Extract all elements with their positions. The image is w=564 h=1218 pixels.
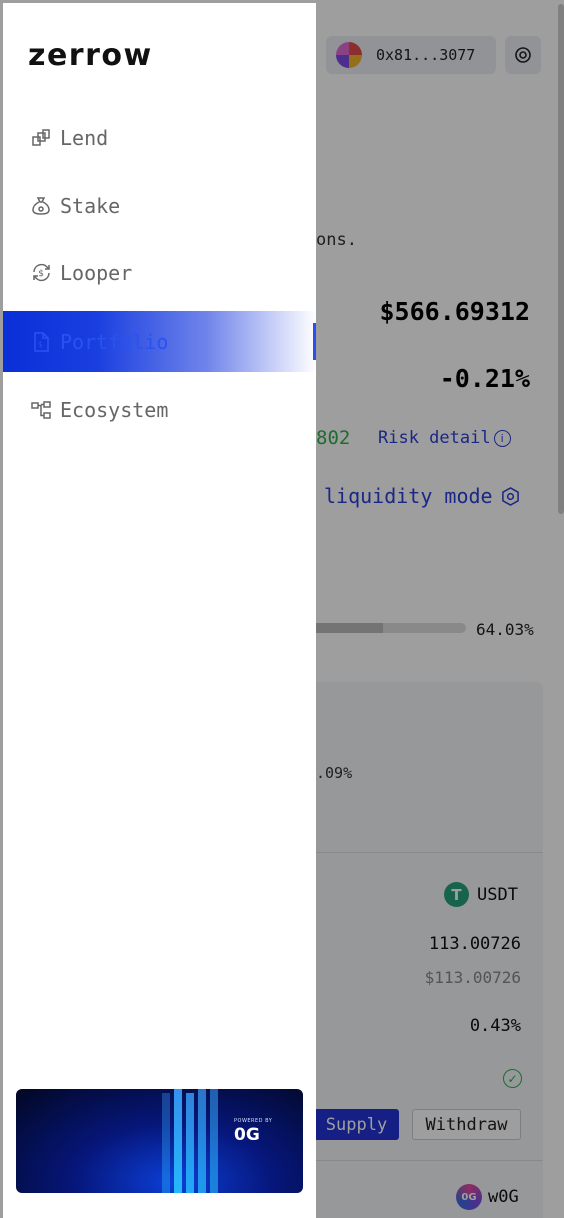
light-beam [162, 1093, 170, 1193]
nav-item-portfolio[interactable]: $ Portfolio [3, 311, 316, 372]
light-beam [198, 1089, 206, 1193]
lend-icon [30, 127, 52, 149]
stake-icon [30, 195, 52, 217]
app-logo[interactable]: zerrow [28, 41, 153, 71]
light-beam [174, 1089, 182, 1193]
active-indicator [313, 323, 316, 360]
banner-powered-by: POWERED BY [234, 1118, 273, 1124]
banner-brand-logo: 0G [234, 1125, 260, 1145]
nav-item-looper[interactable]: $ Looper [3, 242, 316, 303]
nav-item-label: Looper [60, 260, 133, 285]
nav-item-lend[interactable]: Lend [3, 107, 316, 168]
portfolio-icon: $ [30, 331, 52, 353]
nav-item-label: Lend [60, 125, 109, 150]
svg-text:$: $ [38, 340, 43, 349]
svg-text:$: $ [38, 269, 44, 279]
ecosystem-icon [30, 399, 52, 421]
light-beam [186, 1093, 194, 1193]
nav-item-label: Ecosystem [60, 397, 169, 422]
light-beam [210, 1089, 218, 1193]
nav-drawer: zerrow Lend Stake $ Looper $ Portfolio E… [3, 3, 316, 1218]
nav-item-ecosystem[interactable]: Ecosystem [3, 379, 316, 440]
nav-item-stake[interactable]: Stake [3, 175, 316, 236]
nav-item-label: Portfolio [60, 329, 169, 354]
looper-icon: $ [30, 262, 52, 284]
nav-item-label: Stake [60, 193, 121, 218]
powered-by-0g-banner[interactable]: POWERED BY 0G [16, 1089, 303, 1193]
